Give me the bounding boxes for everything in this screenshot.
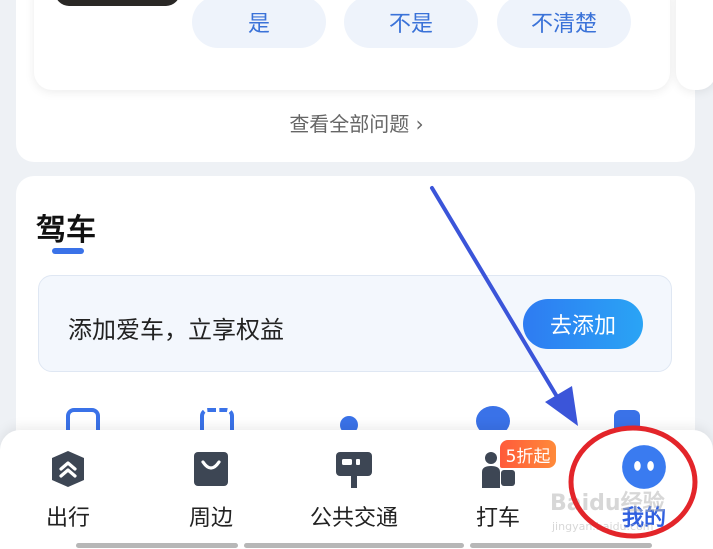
tab-trip-label: 出行	[45, 506, 90, 531]
answer-unsure-label: 不清楚	[530, 12, 597, 37]
drive-section-title: 驾车	[36, 213, 96, 248]
shopping-bag-icon	[194, 452, 228, 486]
answer-no-button[interactable]: 不是	[344, 0, 478, 48]
next-question-panel[interactable]	[676, 0, 713, 90]
answer-unsure-button[interactable]: 不清楚	[497, 0, 631, 48]
bus-stop-sign-icon	[336, 452, 372, 488]
baidu-watermark: Baidu经验 jingyan.baidu.com	[550, 490, 665, 533]
tab-taxi-label: 打车	[475, 506, 520, 531]
watermark-url: jingyan.baidu.com	[551, 520, 654, 533]
add-car-button-label: 去添加	[549, 314, 616, 339]
home-indicator-segment	[470, 543, 652, 548]
tab-trip[interactable]: 出行	[8, 440, 128, 540]
answer-no-label: 不是	[388, 12, 433, 37]
tab-nearby[interactable]: 周边	[151, 440, 271, 540]
watermark-brand: Baidu经验	[550, 490, 665, 516]
home-indicator-segment	[244, 543, 464, 548]
home-indicator-segment	[76, 543, 238, 548]
question-thumbnail	[55, 0, 180, 6]
see-all-questions-link[interactable]: 查看全部问题 ›	[0, 108, 713, 137]
discount-badge: 5折起	[500, 440, 556, 468]
add-car-banner-text: 添加爱车，立享权益	[68, 316, 284, 344]
add-car-button[interactable]: 去添加	[523, 299, 643, 349]
tab-public-transit[interactable]: 公共交通	[294, 440, 414, 540]
route-icon	[52, 451, 84, 487]
tab-nearby-label: 周边	[188, 506, 233, 531]
tab-public-transit-label: 公共交通	[309, 506, 398, 531]
answer-yes-label: 是	[247, 12, 270, 37]
answer-yes-button[interactable]: 是	[192, 0, 326, 48]
title-underline	[52, 248, 84, 254]
